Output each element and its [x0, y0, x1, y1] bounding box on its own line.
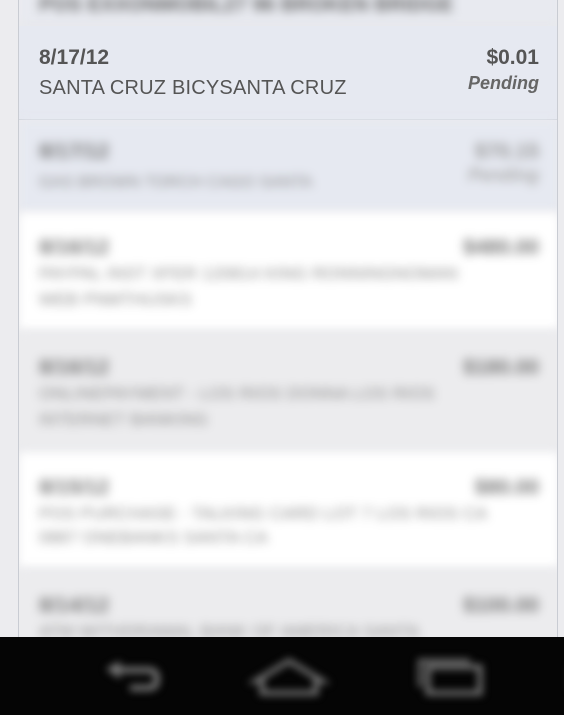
- transaction-description: POS PURCHASE - TALKING CARD LOT 7 LOS RI…: [39, 504, 488, 523]
- transaction-description: GAS BROWN TORCH CAGO SANTA: [39, 174, 313, 191]
- transaction-amount: $80.00: [474, 476, 539, 499]
- transaction-row-partial[interactable]: POS EXXONMOBIL27 96 BROKEN BRIDGE: [19, 0, 557, 26]
- transaction-description-line2: 0887 ONEBANKS SANTA CA: [39, 528, 268, 547]
- back-arrow-icon[interactable]: [86, 657, 176, 697]
- transaction-list[interactable]: POS EXXONMOBIL27 96 BROKEN BRIDGE 8/17/1…: [18, 0, 558, 640]
- transaction-description: ONLINEPAYMENT - LOS RIOS DONNA LOS RIOS: [39, 384, 436, 403]
- transaction-amount: $480.00: [463, 236, 539, 259]
- transaction-amount: $180.00: [463, 356, 539, 379]
- transaction-row[interactable]: 8/14/12 ATM WITHDRAWAL BANK OF AMERICA S…: [19, 570, 557, 640]
- home-icon[interactable]: [244, 657, 334, 697]
- transaction-amount: $0.01: [486, 46, 539, 69]
- transaction-amount: $100.00: [463, 594, 539, 617]
- transaction-date: 8/17/12: [39, 140, 110, 163]
- navigation-bar: [0, 637, 564, 715]
- transaction-description-line2: WEB PNMTHUSKS: [39, 290, 192, 309]
- transaction-date: 8/17/12: [39, 46, 110, 69]
- transaction-row[interactable]: 8/16/12 ONLINEPAYMENT - LOS RIOS DONNA L…: [19, 332, 557, 452]
- transaction-row[interactable]: 8/16/12 PAYPAL INST XFER 120814 KING RON…: [19, 212, 557, 332]
- screen: POS EXXONMOBIL27 96 BROKEN BRIDGE 8/17/1…: [0, 0, 564, 715]
- transaction-description-line2: INTERNET BANKING: [39, 410, 209, 429]
- transaction-date: 8/14/12: [39, 594, 110, 617]
- transaction-row[interactable]: 8/15/12 POS PURCHASE - TALKING CARD LOT …: [19, 452, 557, 570]
- transaction-date: 8/15/12: [39, 476, 110, 499]
- recent-apps-icon[interactable]: [404, 657, 494, 697]
- transaction-description: SANTA CRUZ BICYSANTA CRUZ: [39, 77, 347, 99]
- transaction-date: 8/16/12: [39, 236, 110, 259]
- transaction-row[interactable]: 8/17/12 GAS BROWN TORCH CAGO SANTA $70.1…: [19, 120, 557, 212]
- menu-icon[interactable]: [530, 657, 560, 697]
- transaction-description: PAYPAL INST XFER 120814 KING RONNINGNOMA…: [39, 264, 459, 283]
- transaction-amount: $70.15: [474, 140, 539, 163]
- transaction-row[interactable]: 8/17/12 SANTA CRUZ BICYSANTA CRUZ $0.01 …: [19, 26, 557, 120]
- transaction-status: Pending: [468, 165, 539, 185]
- transaction-description: POS EXXONMOBIL27 96 BROKEN BRIDGE: [39, 0, 454, 16]
- transaction-date: 8/16/12: [39, 356, 110, 379]
- transaction-status: Pending: [468, 73, 539, 93]
